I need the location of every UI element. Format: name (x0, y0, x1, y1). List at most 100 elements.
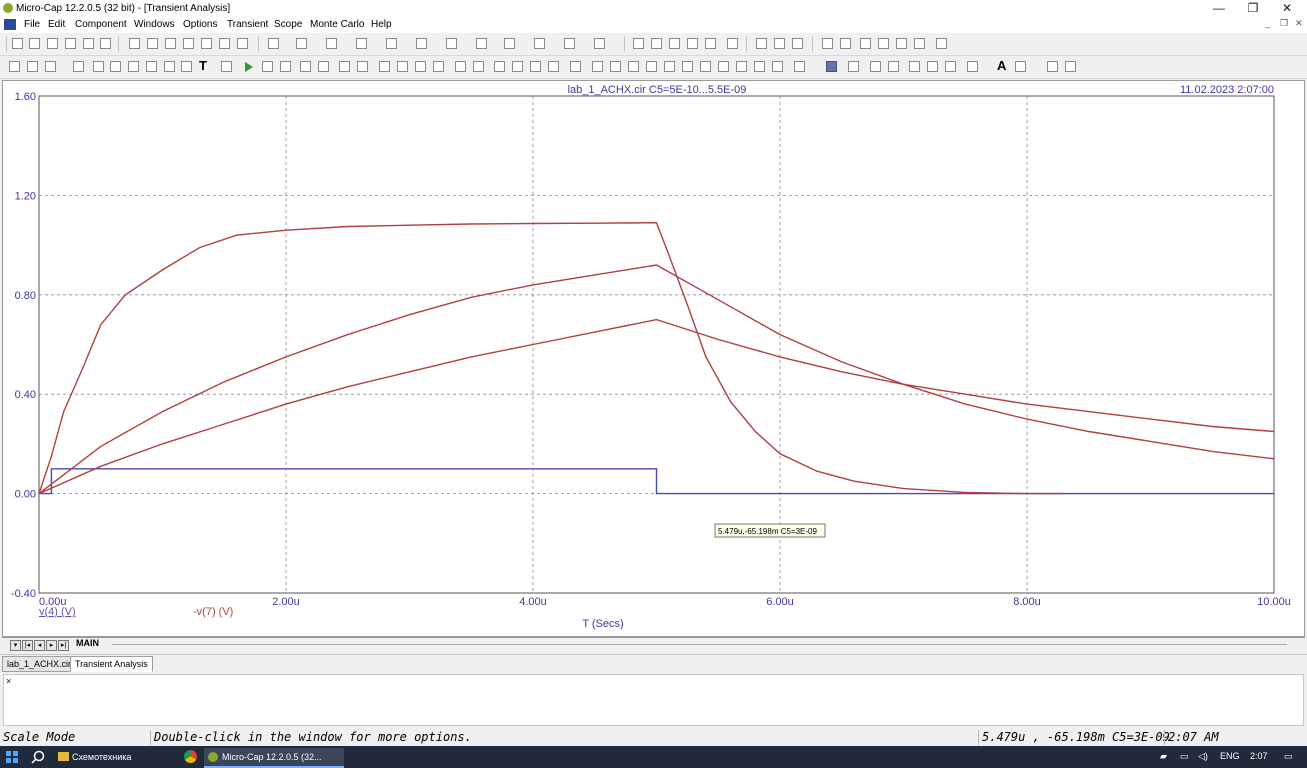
add-plot-icon[interactable] (339, 61, 350, 72)
language-indicator[interactable]: ENG (1220, 751, 1240, 761)
transient-plot[interactable]: 0.00u 2.00u 4.00u 6.00u 8.00u 10.00u-0.400.00… (3, 81, 1304, 636)
properties-dialog-icon[interactable] (221, 61, 232, 72)
ground-component-icon[interactable] (268, 38, 279, 49)
voltage-source-icon[interactable] (564, 38, 575, 49)
tab-lab-1-achx-cir[interactable]: lab_1_ACHX.cir (2, 656, 77, 672)
minimize-button[interactable]: — (1202, 0, 1236, 17)
inflection-icon[interactable] (664, 61, 675, 72)
menu-help[interactable]: Help (371, 19, 392, 30)
sheet-last-button[interactable]: ▸| (58, 640, 69, 651)
plot-scale-icon[interactable] (318, 61, 329, 72)
tab-main[interactable]: MAIN (76, 638, 99, 648)
resistor-component-icon[interactable] (296, 38, 307, 49)
copy-icon[interactable] (183, 38, 194, 49)
search-icon[interactable] (31, 750, 45, 766)
windows-start-icon[interactable] (6, 751, 18, 763)
font-style-icon[interactable] (1015, 61, 1026, 72)
performance-plot-icon[interactable] (914, 38, 925, 49)
plot-window[interactable]: 0.00u 2.00u 4.00u 6.00u 8.00u 10.00u -0.40 0.00… (2, 80, 1305, 637)
component-mode-icon[interactable] (27, 61, 38, 72)
slope-icon[interactable] (754, 61, 765, 72)
zoom-in-icon[interactable] (909, 61, 920, 72)
redo-icon[interactable] (147, 38, 158, 49)
next-valley-icon[interactable] (610, 61, 621, 72)
zoom-out-icon[interactable] (927, 61, 938, 72)
sheet-first-button[interactable]: |◂ (22, 640, 33, 651)
plot-properties-icon[interactable] (300, 61, 311, 72)
legend-neg-v7[interactable]: -v(7) (V) (193, 606, 233, 618)
global-high-icon[interactable] (682, 61, 693, 72)
taskbar-microcap-app[interactable]: Micro-Cap 12.2.0.5 (32... (204, 748, 344, 768)
sheet-next-button[interactable]: ▸ (46, 640, 57, 651)
same-y-scales-icon[interactable] (512, 61, 523, 72)
bring-forward-icon[interactable] (1047, 61, 1058, 72)
menu-transient[interactable]: Transient (227, 19, 268, 30)
optimize-icon[interactable] (896, 38, 907, 49)
document-icon[interactable] (4, 19, 16, 30)
taskbar-folder-app[interactable]: Схемотехника (54, 748, 182, 766)
tool-dropdown-icon[interactable] (45, 61, 56, 72)
state-variables-icon[interactable] (860, 38, 871, 49)
menu-edit[interactable]: Edit (48, 19, 65, 30)
new-file-icon[interactable] (12, 38, 23, 49)
go-to-y-icon[interactable] (848, 61, 859, 72)
tab-transient-analysis[interactable]: Transient Analysis (70, 656, 153, 672)
legend-v4[interactable]: v(4) (V) (39, 606, 76, 618)
cut-icon[interactable] (165, 38, 176, 49)
component-library-icon[interactable] (774, 38, 785, 49)
menu-file[interactable]: File (24, 19, 40, 30)
font-icon[interactable]: A (997, 58, 1006, 73)
send-back-icon[interactable] (1065, 61, 1076, 72)
battery-icon[interactable]: ▭ (1180, 751, 1189, 762)
mdi-restore-button[interactable]: ❐ (1280, 18, 1288, 29)
go-to-x-icon[interactable] (570, 61, 581, 72)
globe-icon[interactable] (792, 38, 803, 49)
pause-icon[interactable] (280, 61, 291, 72)
battery-component-icon[interactable] (504, 38, 515, 49)
save-all-icon[interactable] (65, 38, 76, 49)
sheet-prev-button[interactable]: ◂ (34, 640, 45, 651)
calculator-icon[interactable] (727, 38, 738, 49)
close-output-icon[interactable]: × (6, 676, 11, 686)
run-icon[interactable] (245, 62, 253, 72)
animate-icon[interactable] (826, 61, 837, 72)
grid-icon[interactable] (379, 61, 390, 72)
next-peak-icon[interactable] (592, 61, 603, 72)
minor-grid-icon[interactable] (397, 61, 408, 72)
stepping-icon[interactable] (878, 38, 889, 49)
text-tool-icon[interactable]: T (199, 58, 207, 73)
undo-icon[interactable] (129, 38, 140, 49)
token-icon[interactable] (455, 61, 466, 72)
volume-icon[interactable]: ◁) (1198, 751, 1208, 762)
mdi-minimize-button[interactable]: _ (1265, 18, 1270, 28)
network-icon[interactable]: ▰ (1160, 751, 1167, 762)
scale-mode-icon[interactable] (73, 61, 84, 72)
global-low-icon[interactable] (700, 61, 711, 72)
pan-icon[interactable] (888, 61, 899, 72)
zoom-fit-icon[interactable] (945, 61, 956, 72)
save-icon[interactable] (47, 38, 58, 49)
current-source-icon[interactable] (594, 38, 605, 49)
open-file-icon[interactable] (29, 38, 40, 49)
point-tag-icon[interactable] (110, 61, 121, 72)
menu-scope[interactable]: Scope (274, 19, 302, 30)
plot-dialog-icon[interactable] (494, 61, 505, 72)
clipboard-icon[interactable] (794, 61, 805, 72)
remove-plot-icon[interactable] (357, 61, 368, 72)
close-button[interactable]: ✕ (1270, 0, 1304, 17)
print-preview-icon[interactable] (83, 38, 94, 49)
menu-monte-carlo[interactable]: Monte Carlo (310, 19, 364, 30)
restore-limits-icon[interactable] (548, 61, 559, 72)
horizontal-scrollbar[interactable] (112, 644, 1287, 645)
performance-tag-icon[interactable] (164, 61, 175, 72)
stop-icon[interactable] (262, 61, 273, 72)
maximize-button[interactable]: ❐ (1236, 0, 1270, 17)
page-icon[interactable] (756, 38, 767, 49)
inductor-component-icon[interactable] (356, 38, 367, 49)
top-icon[interactable] (718, 61, 729, 72)
select-mode-icon[interactable] (9, 61, 20, 72)
formula-icon[interactable] (181, 61, 192, 72)
next-simulation-icon[interactable] (772, 61, 783, 72)
bottom-icon[interactable] (736, 61, 747, 72)
analysis-limits-icon[interactable] (822, 38, 833, 49)
